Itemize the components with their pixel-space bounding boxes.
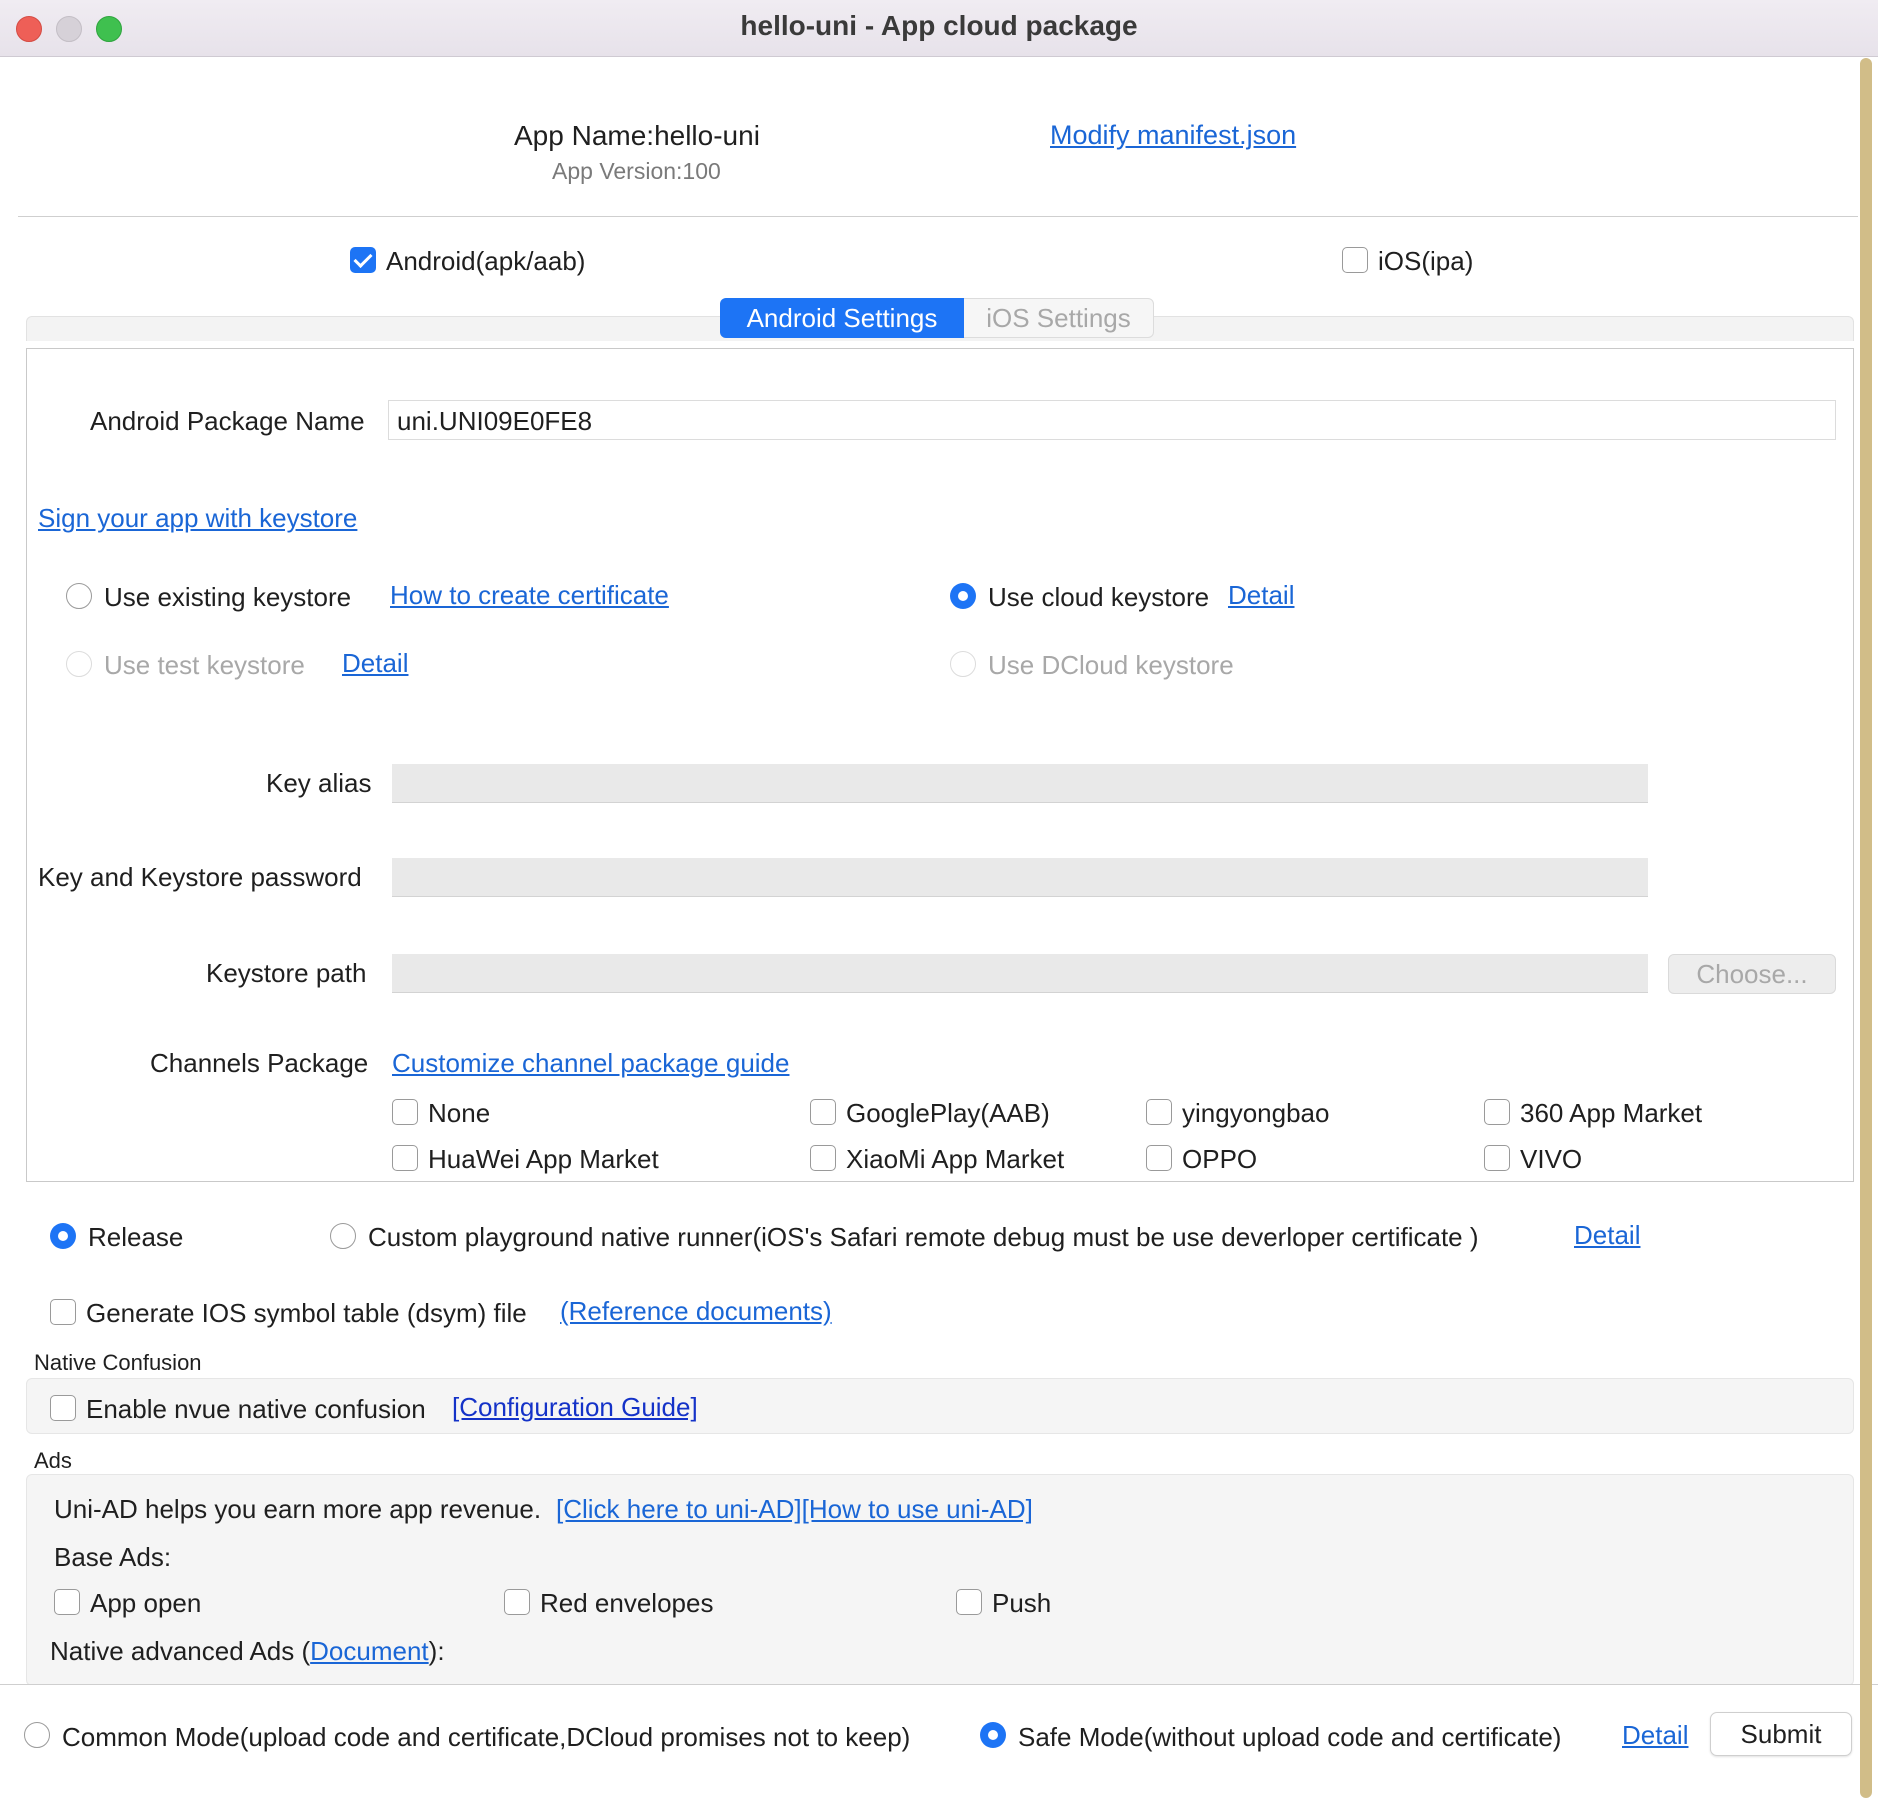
package-name-label: Android Package Name [90, 406, 365, 436]
custom-runner-label: Custom playground native runner(iOS's Sa… [368, 1222, 1479, 1252]
release-radio[interactable] [50, 1223, 76, 1249]
channel-checkbox-360[interactable] [1484, 1099, 1510, 1125]
red-envelopes-checkbox[interactable] [504, 1589, 530, 1615]
window-title: hello-uni - App cloud package [740, 10, 1138, 41]
common-mode-radio[interactable] [24, 1722, 50, 1748]
cloud-keystore-radio[interactable] [950, 583, 976, 609]
configuration-guide-link[interactable]: [Configuration Guide] [452, 1392, 698, 1423]
channel-label: yingyongbao [1182, 1098, 1330, 1128]
channel-checkbox-googleplay[interactable] [810, 1099, 836, 1125]
base-ad-label: App open [90, 1588, 202, 1618]
channel-label: OPPO [1182, 1144, 1258, 1174]
ios-checkbox[interactable] [1342, 247, 1368, 273]
existing-keystore-radio[interactable] [66, 583, 92, 609]
nvue-confusion-label: Enable nvue native confusion [86, 1394, 426, 1424]
existing-keystore-label: Use existing keystore [104, 582, 352, 612]
nvue-confusion-checkbox[interactable] [50, 1395, 76, 1421]
key-alias-label: Key alias [266, 768, 372, 798]
dsym-label: Generate IOS symbol table (dsym) file [86, 1298, 527, 1328]
android-checkbox[interactable] [350, 247, 376, 273]
keystore-path-input[interactable] [392, 954, 1648, 993]
base-ad-label: Red envelopes [540, 1588, 714, 1618]
password-label: Key and Keystore password [38, 862, 362, 892]
app-cloud-package-window: hello-uni - App cloud package App Name:h… [0, 0, 1878, 1798]
package-name-input[interactable]: uni.UNI09E0FE8 [388, 400, 1836, 440]
dcloud-keystore-radio[interactable] [950, 651, 976, 677]
app-version: App Version:100 [552, 158, 721, 184]
reference-documents-link[interactable]: (Reference documents) [560, 1296, 832, 1327]
cloud-keystore-detail-link[interactable]: Detail [1228, 580, 1294, 611]
tab-android-settings[interactable]: Android Settings [720, 298, 964, 338]
cloud-keystore-label: Use cloud keystore [988, 582, 1210, 612]
dsym-checkbox[interactable] [50, 1299, 76, 1325]
channel-checkbox-huawei[interactable] [392, 1145, 418, 1171]
safe-mode-label: Safe Mode(without upload code and certif… [1018, 1722, 1562, 1752]
modify-manifest-link[interactable]: Modify manifest.json [1050, 120, 1296, 151]
android-label: Android(apk/aab) [386, 246, 586, 276]
test-keystore-label: Use test keystore [104, 650, 305, 680]
channel-label: GooglePlay(AAB) [846, 1098, 1050, 1128]
keystore-path-label: Keystore path [206, 958, 367, 988]
channel-guide-link[interactable]: Customize channel package guide [392, 1048, 789, 1079]
app-name: App Name:hello-uni [514, 120, 760, 151]
channel-checkbox-xiaomi[interactable] [810, 1145, 836, 1171]
password-input[interactable] [392, 858, 1648, 897]
channel-label: VIVO [1520, 1144, 1583, 1174]
native-ads-prefix: Native advanced Ads ( [50, 1636, 311, 1666]
release-label: Release [88, 1222, 184, 1252]
test-keystore-detail-link[interactable]: Detail [342, 648, 408, 679]
native-ads-suffix: ): [428, 1636, 445, 1666]
native-confusion-heading: Native Confusion [34, 1350, 202, 1375]
channel-label: None [428, 1098, 491, 1128]
base-ad-label: Push [992, 1588, 1052, 1618]
build-detail-link[interactable]: Detail [1574, 1220, 1640, 1251]
channel-label: XiaoMi App Market [846, 1144, 1065, 1174]
channels-package-label: Channels Package [150, 1048, 369, 1078]
dcloud-keystore-label: Use DCloud keystore [988, 650, 1234, 680]
ads-heading: Ads [34, 1448, 72, 1473]
sign-keystore-link[interactable]: Sign your app with keystore [38, 503, 357, 534]
custom-runner-radio[interactable] [330, 1223, 356, 1249]
native-advanced-ads: Native advanced Ads (Document): [50, 1636, 445, 1667]
scrollbar[interactable] [1860, 58, 1872, 1798]
key-alias-input[interactable] [392, 764, 1648, 803]
title-bar: hello-uni - App cloud package [0, 0, 1878, 57]
footer-detail-link[interactable]: Detail [1622, 1720, 1688, 1751]
submit-button[interactable]: Submit [1710, 1712, 1852, 1756]
uni-ad-links[interactable]: [Click here to uni-AD][How to use uni-AD… [556, 1494, 1033, 1525]
tab-ios-settings[interactable]: iOS Settings [964, 298, 1154, 338]
divider [18, 216, 1858, 217]
channel-checkbox-oppo[interactable] [1146, 1145, 1172, 1171]
test-keystore-radio[interactable] [66, 651, 92, 677]
common-mode-label: Common Mode(upload code and certificate,… [62, 1722, 911, 1752]
app-open-checkbox[interactable] [54, 1589, 80, 1615]
package-name-value: uni.UNI09E0FE8 [397, 406, 593, 436]
native-ads-document-link[interactable]: Document [310, 1636, 429, 1666]
channel-checkbox-yingyongbao[interactable] [1146, 1099, 1172, 1125]
channel-label: HuaWei App Market [428, 1144, 659, 1174]
choose-button[interactable]: Choose... [1668, 954, 1836, 994]
base-ads-label: Base Ads: [54, 1542, 172, 1572]
push-checkbox[interactable] [956, 1589, 982, 1615]
channel-label: 360 App Market [1520, 1098, 1703, 1128]
ios-label: iOS(ipa) [1378, 246, 1474, 276]
channel-checkbox-vivo[interactable] [1484, 1145, 1510, 1171]
ads-intro: Uni-AD helps you earn more app revenue. [54, 1494, 542, 1524]
channel-checkbox-none[interactable] [392, 1099, 418, 1125]
how-to-create-certificate-link[interactable]: How to create certificate [390, 580, 669, 611]
safe-mode-radio[interactable] [980, 1722, 1006, 1748]
